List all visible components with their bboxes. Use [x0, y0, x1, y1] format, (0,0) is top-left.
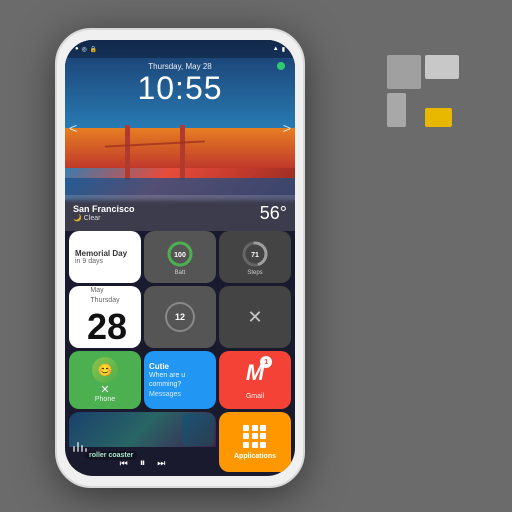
eq-bar-2 [77, 442, 79, 452]
steps-label: Steps [247, 270, 262, 276]
logo-block-2 [425, 55, 459, 79]
logo-block-4 [425, 108, 452, 127]
battery-icon: ▮ [282, 46, 285, 53]
logo-block-1 [387, 55, 421, 89]
logo-block-3 [387, 93, 406, 127]
status-right: ▲ ▮ [273, 46, 285, 53]
eq-bar-1 [73, 446, 75, 452]
music-controls: ⏮ ⏸ ⏭ [69, 457, 216, 470]
date-overlay: Thursday, May 28 10:55 [65, 62, 295, 106]
missed-call-icon: ✕ [100, 383, 109, 396]
green-indicator-dot [277, 62, 285, 70]
phone-screen: ● ◎ 🔒 ▲ ▮ [65, 40, 295, 476]
calendar-day-name: Thursday [90, 296, 119, 306]
flashlight-icon: ✕ [247, 307, 262, 328]
date-ring-widget[interactable]: 12 [144, 286, 216, 348]
battery-label: Batt [175, 270, 186, 276]
weather-temperature: 56° [260, 203, 287, 224]
calendar-month-day: May Thursday [90, 286, 119, 306]
signal-icon: ● [75, 46, 79, 52]
play-pause-button[interactable]: ⏸ [140, 457, 146, 470]
messages-widget[interactable]: Cutie When are u comming? Messages [144, 351, 216, 409]
date-ring-value: 12 [165, 302, 195, 332]
signal-bars-icon: ▲ [273, 46, 279, 52]
flashlight-widget[interactable]: ✕ [219, 286, 291, 348]
next-button[interactable]: ⏭ [157, 458, 165, 469]
memorial-widget[interactable]: Memorial Day in 9 days [69, 231, 141, 283]
weather-left: San Francisco 🌙 Clear [73, 204, 135, 222]
steps-circle: 71 Steps [240, 239, 270, 276]
steps-widget[interactable]: 71 Steps [219, 231, 291, 283]
prev-button[interactable]: ⏮ [120, 458, 128, 469]
app-dot-1 [243, 425, 249, 431]
messages-label: Messages [149, 391, 211, 398]
apps-grid-icon [243, 425, 267, 449]
phone-widget-label: Phone [95, 396, 115, 403]
calendar-widget[interactable]: May Thursday 28 [69, 286, 141, 348]
app-dot-3 [260, 425, 266, 431]
lock-icon: 🔒 [90, 46, 97, 53]
app-dot-7 [243, 442, 249, 448]
battery-ring-svg: 100 [165, 239, 195, 269]
app-dot-9 [260, 442, 266, 448]
status-bar: ● ◎ 🔒 ▲ ▮ [65, 40, 295, 58]
gmail-badge: 1 [260, 356, 272, 368]
album-art [182, 414, 214, 446]
applications-label: Applications [234, 453, 276, 460]
music-widget[interactable]: roller coaster ⏮ ⏸ ⏭ [69, 412, 216, 472]
contact-avatar: 😊 [92, 357, 118, 383]
app-dot-5 [252, 433, 258, 439]
weather-bar: San Francisco 🌙 Clear 56° [65, 195, 295, 231]
bridge-tower-right [180, 125, 185, 180]
bridge-tower-left [125, 125, 130, 180]
phone-widget[interactable]: 😊 ✕ Phone [69, 351, 141, 409]
app-dot-4 [243, 433, 249, 439]
steps-value: 71 [251, 252, 259, 259]
gmail-widget[interactable]: M 1 Gmail [219, 351, 291, 409]
nav-left-arrow[interactable]: < [69, 120, 77, 136]
calendar-month: May [90, 286, 119, 296]
steps-ring-svg: 71 [240, 239, 270, 269]
app-dot-6 [260, 433, 266, 439]
app-logo [387, 55, 467, 135]
message-preview: When are u comming? [149, 371, 211, 389]
app-dot-2 [252, 425, 258, 431]
applications-widget[interactable]: Applications [219, 412, 291, 472]
status-left: ● ◎ 🔒 [75, 46, 97, 53]
eq-bar-3 [81, 445, 83, 452]
memorial-subtitle: in 9 days [75, 258, 135, 265]
battery-value: 100 [174, 252, 186, 259]
battery-circle: 100 Batt [165, 239, 195, 276]
message-contact: Cutie [149, 362, 211, 371]
nav-right-arrow[interactable]: > [283, 120, 291, 136]
weather-condition: 🌙 Clear [73, 214, 135, 222]
gmail-label: Gmail [246, 393, 264, 400]
calendar-day-number: 28 [87, 306, 127, 348]
hero-time: 10:55 [65, 71, 295, 106]
wifi-icon: ◎ [82, 46, 87, 53]
widget-grid: Memorial Day in 9 days 100 Batt [69, 231, 291, 472]
app-dot-8 [252, 442, 258, 448]
gmail-icon-container: M 1 [246, 360, 264, 386]
memorial-title: Memorial Day [75, 249, 135, 258]
phone-mockup: ● ◎ 🔒 ▲ ▮ [55, 28, 305, 488]
weather-city: San Francisco [73, 204, 135, 214]
battery-widget[interactable]: 100 Batt [144, 231, 216, 283]
music-equalizer [73, 442, 87, 452]
hero-image: Thursday, May 28 10:55 [65, 40, 295, 200]
moon-icon: 🌙 [73, 214, 82, 222]
